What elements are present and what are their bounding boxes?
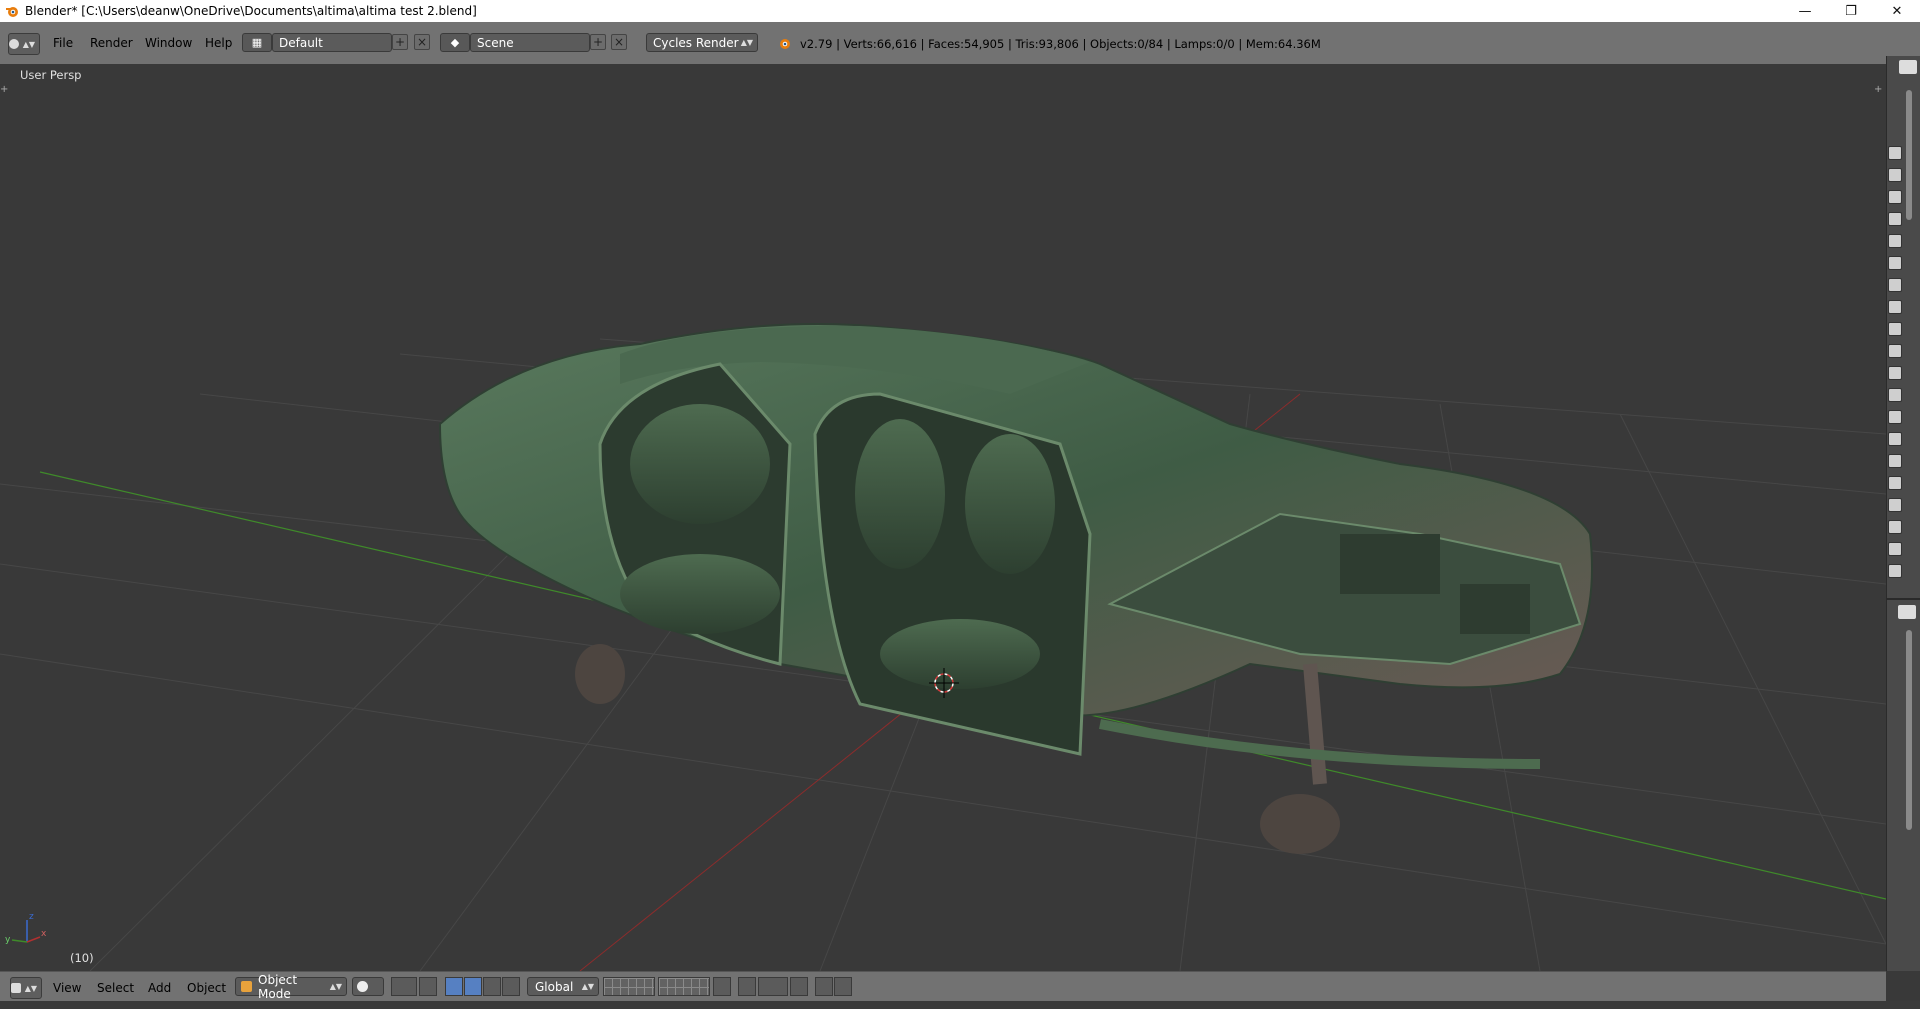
close-icon[interactable]: ✕ — [1874, 0, 1920, 22]
chevron-updown-icon: ▲▼ — [329, 982, 342, 991]
camera-restrict-icon[interactable] — [1888, 212, 1902, 226]
toolshelf-toggle-icon[interactable]: + — [0, 84, 8, 95]
axis-gizmo: z y x — [5, 912, 47, 945]
camera-restrict-icon[interactable] — [1888, 190, 1902, 204]
axis-label-y: y — [5, 935, 11, 945]
camera-restrict-icon[interactable] — [1888, 322, 1902, 336]
minimize-icon[interactable]: — — [1782, 0, 1828, 22]
view-label: User Persp — [20, 68, 82, 82]
camera-restrict-icon[interactable] — [1888, 388, 1902, 402]
menu-file[interactable]: File — [53, 36, 73, 50]
snap-toggle-icon[interactable] — [790, 977, 808, 996]
scale-manipulator-icon[interactable] — [502, 977, 520, 996]
camera-restrict-icon[interactable] — [1888, 168, 1902, 182]
camera-restrict-icon[interactable] — [1888, 564, 1902, 578]
axis-label-z: z — [29, 912, 34, 922]
transform-orientation-select[interactable]: Global ▲▼ — [527, 977, 599, 996]
add-layout-icon[interactable]: + — [392, 34, 408, 50]
3d-view-icon — [11, 983, 21, 993]
lock-layers-icon[interactable] — [713, 977, 731, 996]
camera-restrict-icon[interactable] — [1888, 278, 1902, 292]
viewport-shading-select[interactable] — [352, 977, 384, 996]
transform-orientation-label: Global — [535, 979, 574, 994]
info-editor-type-button[interactable]: ▲▼ — [8, 33, 40, 55]
3d-viewport[interactable]: z y x + + — [0, 64, 1886, 971]
restrict-render-column — [1888, 146, 1902, 586]
camera-restrict-icon[interactable] — [1888, 146, 1902, 160]
solid-sphere-icon — [357, 981, 368, 992]
interaction-mode-select[interactable]: Object Mode ▲▼ — [235, 973, 347, 1001]
outliner-icon[interactable] — [1899, 60, 1917, 74]
menu-render[interactable]: Render — [90, 36, 133, 50]
pivot-point-select[interactable] — [391, 977, 417, 996]
screen-layout-picker[interactable]: ▦ — [242, 33, 272, 52]
info-header: ▲▼ File Render Window Help ▦ Default + ×… — [0, 22, 1920, 65]
menu-view[interactable]: View — [53, 981, 81, 995]
properties-editor-icon[interactable] — [1898, 605, 1916, 619]
editor-type-button[interactable]: ▲▼ — [10, 977, 42, 999]
camera-restrict-icon[interactable] — [1888, 344, 1902, 358]
menu-add[interactable]: Add — [148, 981, 171, 995]
menu-help[interactable]: Help — [205, 36, 232, 50]
window-bottom-edge — [0, 1001, 1920, 1009]
camera-restrict-icon[interactable] — [1888, 366, 1902, 380]
scene-icon: ◆ — [450, 36, 460, 49]
chevron-updown-icon: ▲▼ — [22, 39, 35, 49]
window-title: Blender* [C:\Users\deanw\OneDrive\Docume… — [25, 4, 477, 18]
camera-restrict-icon[interactable] — [1888, 498, 1902, 512]
scene-picker[interactable]: ◆ — [440, 33, 470, 52]
properties-scrollbar[interactable] — [1906, 630, 1912, 830]
proportional-edit-icon[interactable] — [738, 977, 756, 996]
remove-scene-icon[interactable]: × — [611, 34, 627, 50]
axis-label-x: x — [41, 929, 47, 939]
layers-group-1[interactable] — [603, 977, 655, 996]
translate-manipulator-icon[interactable] — [445, 977, 463, 996]
opengl-render-icon[interactable] — [815, 977, 833, 996]
move-manipulator-icon[interactable] — [464, 977, 482, 996]
manipulator-toggle-icon[interactable] — [419, 977, 437, 996]
remove-layout-icon[interactable]: × — [414, 34, 430, 50]
menu-window[interactable]: Window — [145, 36, 192, 50]
menu-object[interactable]: Object — [187, 981, 226, 995]
camera-restrict-icon[interactable] — [1888, 542, 1902, 556]
info-icon — [9, 39, 19, 49]
rotate-manipulator-icon[interactable] — [483, 977, 501, 996]
chevron-updown-icon: ▲▼ — [581, 982, 594, 991]
interaction-mode-label: Object Mode — [258, 972, 298, 1001]
camera-restrict-icon[interactable] — [1888, 520, 1902, 534]
blender-logo-icon — [780, 39, 790, 49]
layout-grid-icon: ▦ — [251, 36, 263, 49]
camera-restrict-icon[interactable] — [1888, 410, 1902, 424]
window-title-bar: Blender* [C:\Users\deanw\OneDrive\Docume… — [0, 0, 1920, 22]
render-engine-select[interactable]: Cycles Render ▲▼ — [646, 33, 758, 52]
object-cube-icon — [241, 981, 252, 992]
opengl-animation-icon[interactable] — [834, 977, 852, 996]
car-model[interactable] — [438, 323, 1593, 854]
scene-field[interactable]: Scene — [470, 33, 590, 52]
camera-restrict-icon[interactable] — [1888, 256, 1902, 270]
layers-group-2[interactable] — [658, 977, 710, 996]
viewport-scene[interactable]: z y x — [0, 64, 1886, 971]
outliner-scrollbar[interactable] — [1906, 90, 1912, 220]
current-frame-label: (10) — [70, 951, 94, 965]
camera-restrict-icon[interactable] — [1888, 454, 1902, 468]
properties-toggle-icon[interactable]: + — [1874, 84, 1882, 95]
screen-layout-field[interactable]: Default — [272, 33, 392, 52]
camera-restrict-icon[interactable] — [1888, 476, 1902, 490]
menu-select[interactable]: Select — [97, 981, 134, 995]
3d-view-header: ▲▼ View Select Add Object Object Mode ▲▼… — [0, 971, 1886, 1002]
panel-divider[interactable] — [1886, 598, 1920, 600]
add-scene-icon[interactable]: + — [590, 34, 606, 50]
camera-restrict-icon[interactable] — [1888, 234, 1902, 248]
render-engine-label: Cycles Render — [653, 35, 739, 50]
chevron-updown-icon: ▲▼ — [740, 38, 753, 47]
blender-logo-icon — [6, 7, 18, 17]
chevron-updown-icon: ▲▼ — [24, 983, 37, 993]
camera-restrict-icon[interactable] — [1888, 300, 1902, 314]
restore-icon[interactable]: ❐ — [1828, 0, 1874, 22]
camera-restrict-icon[interactable] — [1888, 432, 1902, 446]
scene-stats: v2.79 | Verts:66,616 | Faces:54,905 | Tr… — [800, 37, 1321, 51]
snap-element-select[interactable] — [758, 977, 788, 996]
